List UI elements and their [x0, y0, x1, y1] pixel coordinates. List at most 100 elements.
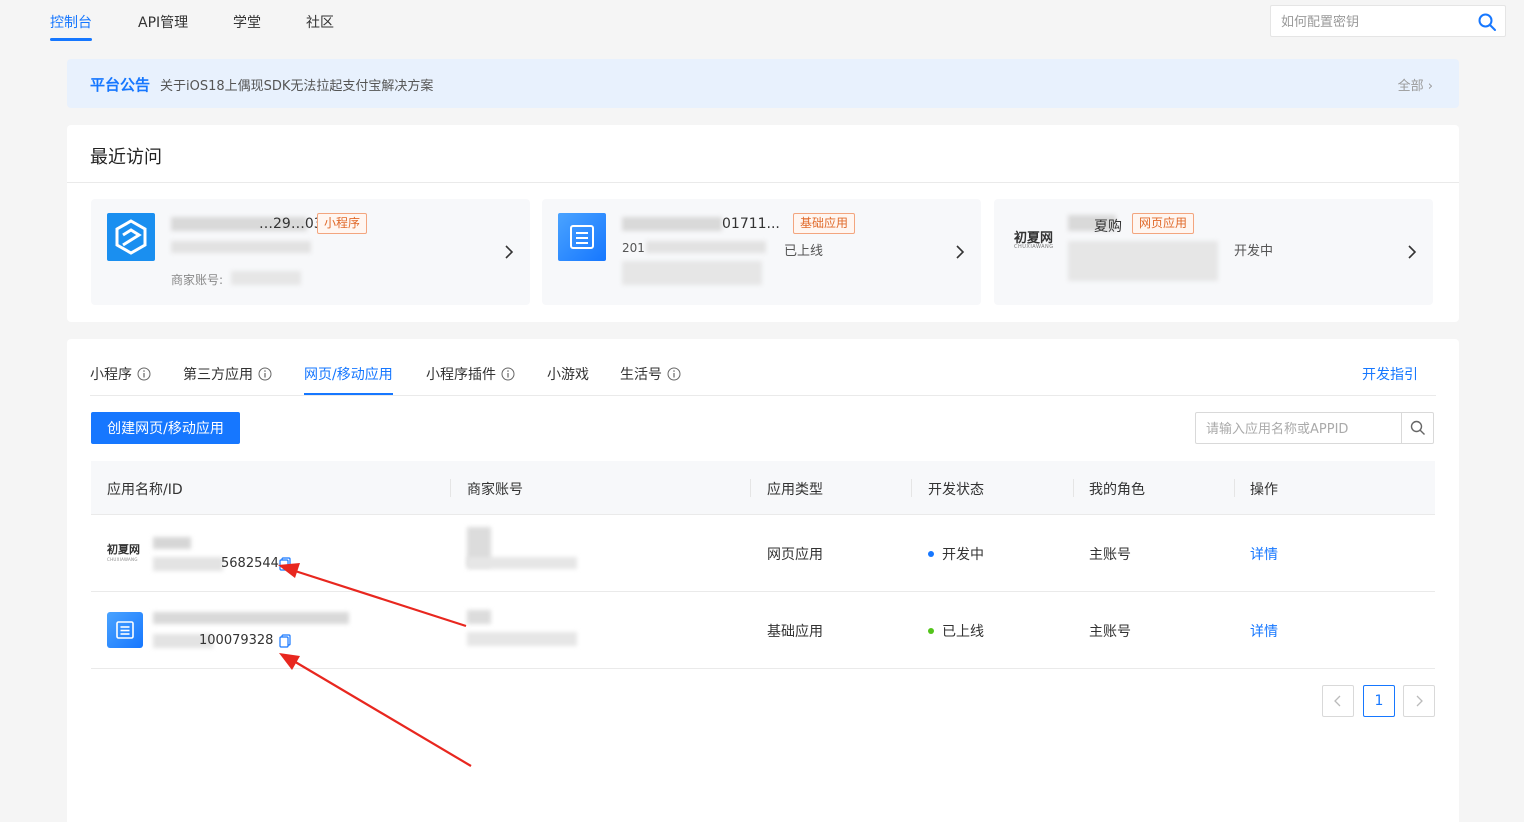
recent-card-name: 夏购 [1094, 219, 1122, 235]
copy-icon[interactable] [279, 557, 291, 571]
recent-card[interactable]: 初夏网 CHUXIAWANG 夏购 网页应用 开发中 [994, 199, 1433, 305]
tab-life-account[interactable]: 生活号 [620, 364, 681, 384]
tab-label: 小程序插件 [426, 367, 496, 383]
col-app-type: 应用类型 [767, 482, 823, 498]
status-dot [928, 628, 934, 634]
recent-visits-title: 最近访问 [90, 147, 162, 168]
recent-card[interactable]: 01711... 基础应用 201 已上线 [542, 199, 981, 305]
redacted-name [153, 612, 349, 624]
col-app-name: 应用名称/ID [107, 482, 183, 498]
nav-search-box [1270, 5, 1506, 37]
app-search-box [1195, 412, 1434, 444]
redacted-id [171, 241, 311, 253]
redacted-name [153, 537, 191, 549]
nav-tab-api[interactable]: API管理 [138, 12, 188, 32]
tab-label: 生活号 [620, 367, 662, 383]
type-tag: 网页应用 [1132, 213, 1195, 234]
dev-status: 开发中 [928, 544, 984, 564]
pagination-prev[interactable] [1322, 685, 1354, 717]
app-logo-icon [107, 213, 155, 261]
recent-card-name: …29…03 [259, 216, 323, 232]
app-search-input[interactable] [1206, 419, 1396, 439]
tab-mini-program-plugin[interactable]: 小程序插件 [426, 364, 515, 384]
divider [1234, 479, 1235, 497]
search-icon[interactable] [1477, 12, 1497, 32]
divider [750, 479, 751, 497]
logo-text: 初夏网 [107, 543, 140, 556]
tab-label: 小程序 [90, 367, 132, 383]
col-dev-status: 开发状态 [928, 482, 984, 498]
status-text: 已上线 [784, 244, 824, 259]
tab-label: 网页/移动应用 [304, 367, 393, 383]
chevron-right-icon [956, 245, 965, 259]
chevron-right-icon [505, 245, 514, 259]
tab-mini-program[interactable]: 小程序 [90, 364, 151, 384]
info-icon [667, 367, 681, 381]
type-tag: 基础应用 [793, 213, 856, 234]
detail-link[interactable]: 详情 [1250, 544, 1278, 564]
my-role: 主账号 [1089, 624, 1131, 640]
nav-tab-console[interactable]: 控制台 [50, 12, 92, 32]
chevron-right-icon [1416, 695, 1423, 707]
recent-card[interactable]: …29…03 小程序 商家账号: [91, 199, 530, 305]
redacted-id [646, 241, 766, 253]
copy-icon[interactable] [279, 634, 291, 648]
nav-search-input[interactable] [1281, 12, 1471, 32]
table-row: 100079328 基础应用 已上线 主账号 详情 [91, 592, 1435, 669]
dev-status: 已上线 [928, 621, 984, 641]
col-my-role: 我的角色 [1089, 482, 1145, 498]
table-row: 初夏网 CHUXIAWANG 5682544 网页应用 开发中 主账号 详情 [91, 515, 1435, 592]
dev-guide-link[interactable]: 开发指引 [1362, 364, 1418, 384]
info-icon [137, 367, 151, 381]
nav-tab-academy[interactable]: 学堂 [233, 12, 261, 32]
redacted-merchant [231, 271, 301, 285]
tab-web-mobile[interactable]: 网页/移动应用 [304, 364, 393, 384]
announcement-title: 平台公告 [90, 76, 151, 94]
announcement-all-link[interactable]: 全部 › [1398, 75, 1433, 94]
nav-active-indicator [50, 38, 92, 41]
tab-active-indicator [304, 393, 393, 395]
chevron-right-icon [1408, 245, 1417, 259]
status-text: 开发中 [942, 547, 984, 563]
status-text: 已上线 [942, 624, 984, 640]
apps-panel: 小程序 第三方应用 网页/移动应用 小程序插件 小游戏 生活号 开发指引 创建网… [67, 339, 1459, 822]
tab-label: 小游戏 [547, 367, 589, 383]
recent-card-id: 201 [622, 241, 645, 255]
doc-list-icon [558, 213, 606, 261]
redacted-name [622, 217, 722, 231]
recent-visits-panel: 最近访问 …29…03 小程序 商家账号: 01711... 基础应用 201 … [67, 125, 1459, 322]
info-icon [501, 367, 515, 381]
divider [450, 479, 451, 497]
app-type-tabs: 小程序 第三方应用 网页/移动应用 小程序插件 小游戏 生活号 开发指引 [90, 339, 1436, 396]
redacted-id [1068, 241, 1218, 281]
app-id-suffix: 5682544 [221, 556, 279, 571]
chevron-left-icon [1334, 695, 1341, 707]
redacted-merchant [467, 632, 577, 646]
col-merchant: 商家账号 [467, 482, 523, 498]
recent-card-name: 01711... [722, 216, 780, 232]
type-tag: 小程序 [317, 213, 368, 234]
create-app-button[interactable]: 创建网页/移动应用 [91, 412, 240, 444]
divider [1073, 479, 1074, 497]
pagination-next[interactable] [1403, 685, 1435, 717]
redacted-merchant [622, 261, 762, 285]
redacted-merchant [467, 610, 491, 624]
top-nav: 控制台 API管理 学堂 社区 [0, 0, 1524, 48]
chevron-right-icon: › [1427, 79, 1433, 94]
app-search-button[interactable] [1401, 413, 1433, 443]
logo-subtext: CHUXIAWANG [107, 557, 138, 562]
app-type: 网页应用 [767, 547, 823, 563]
my-role: 主账号 [1089, 547, 1131, 563]
tab-third-party[interactable]: 第三方应用 [183, 364, 272, 384]
table-header: 应用名称/ID 商家账号 应用类型 开发状态 我的角色 操作 [91, 461, 1435, 515]
nav-tab-community[interactable]: 社区 [306, 12, 334, 32]
announcement-text[interactable]: 关于iOS18上偶现SDK无法拉起支付宝解决方案 [160, 75, 433, 94]
divider [67, 182, 1459, 183]
pagination-page[interactable]: 1 [1363, 685, 1395, 717]
detail-link[interactable]: 详情 [1250, 621, 1278, 641]
status-dot [928, 551, 934, 557]
redacted-id [153, 557, 223, 571]
tab-label: 第三方应用 [183, 367, 253, 383]
tab-mini-game[interactable]: 小游戏 [547, 364, 589, 384]
merchant-label: 商家账号: [171, 273, 224, 287]
